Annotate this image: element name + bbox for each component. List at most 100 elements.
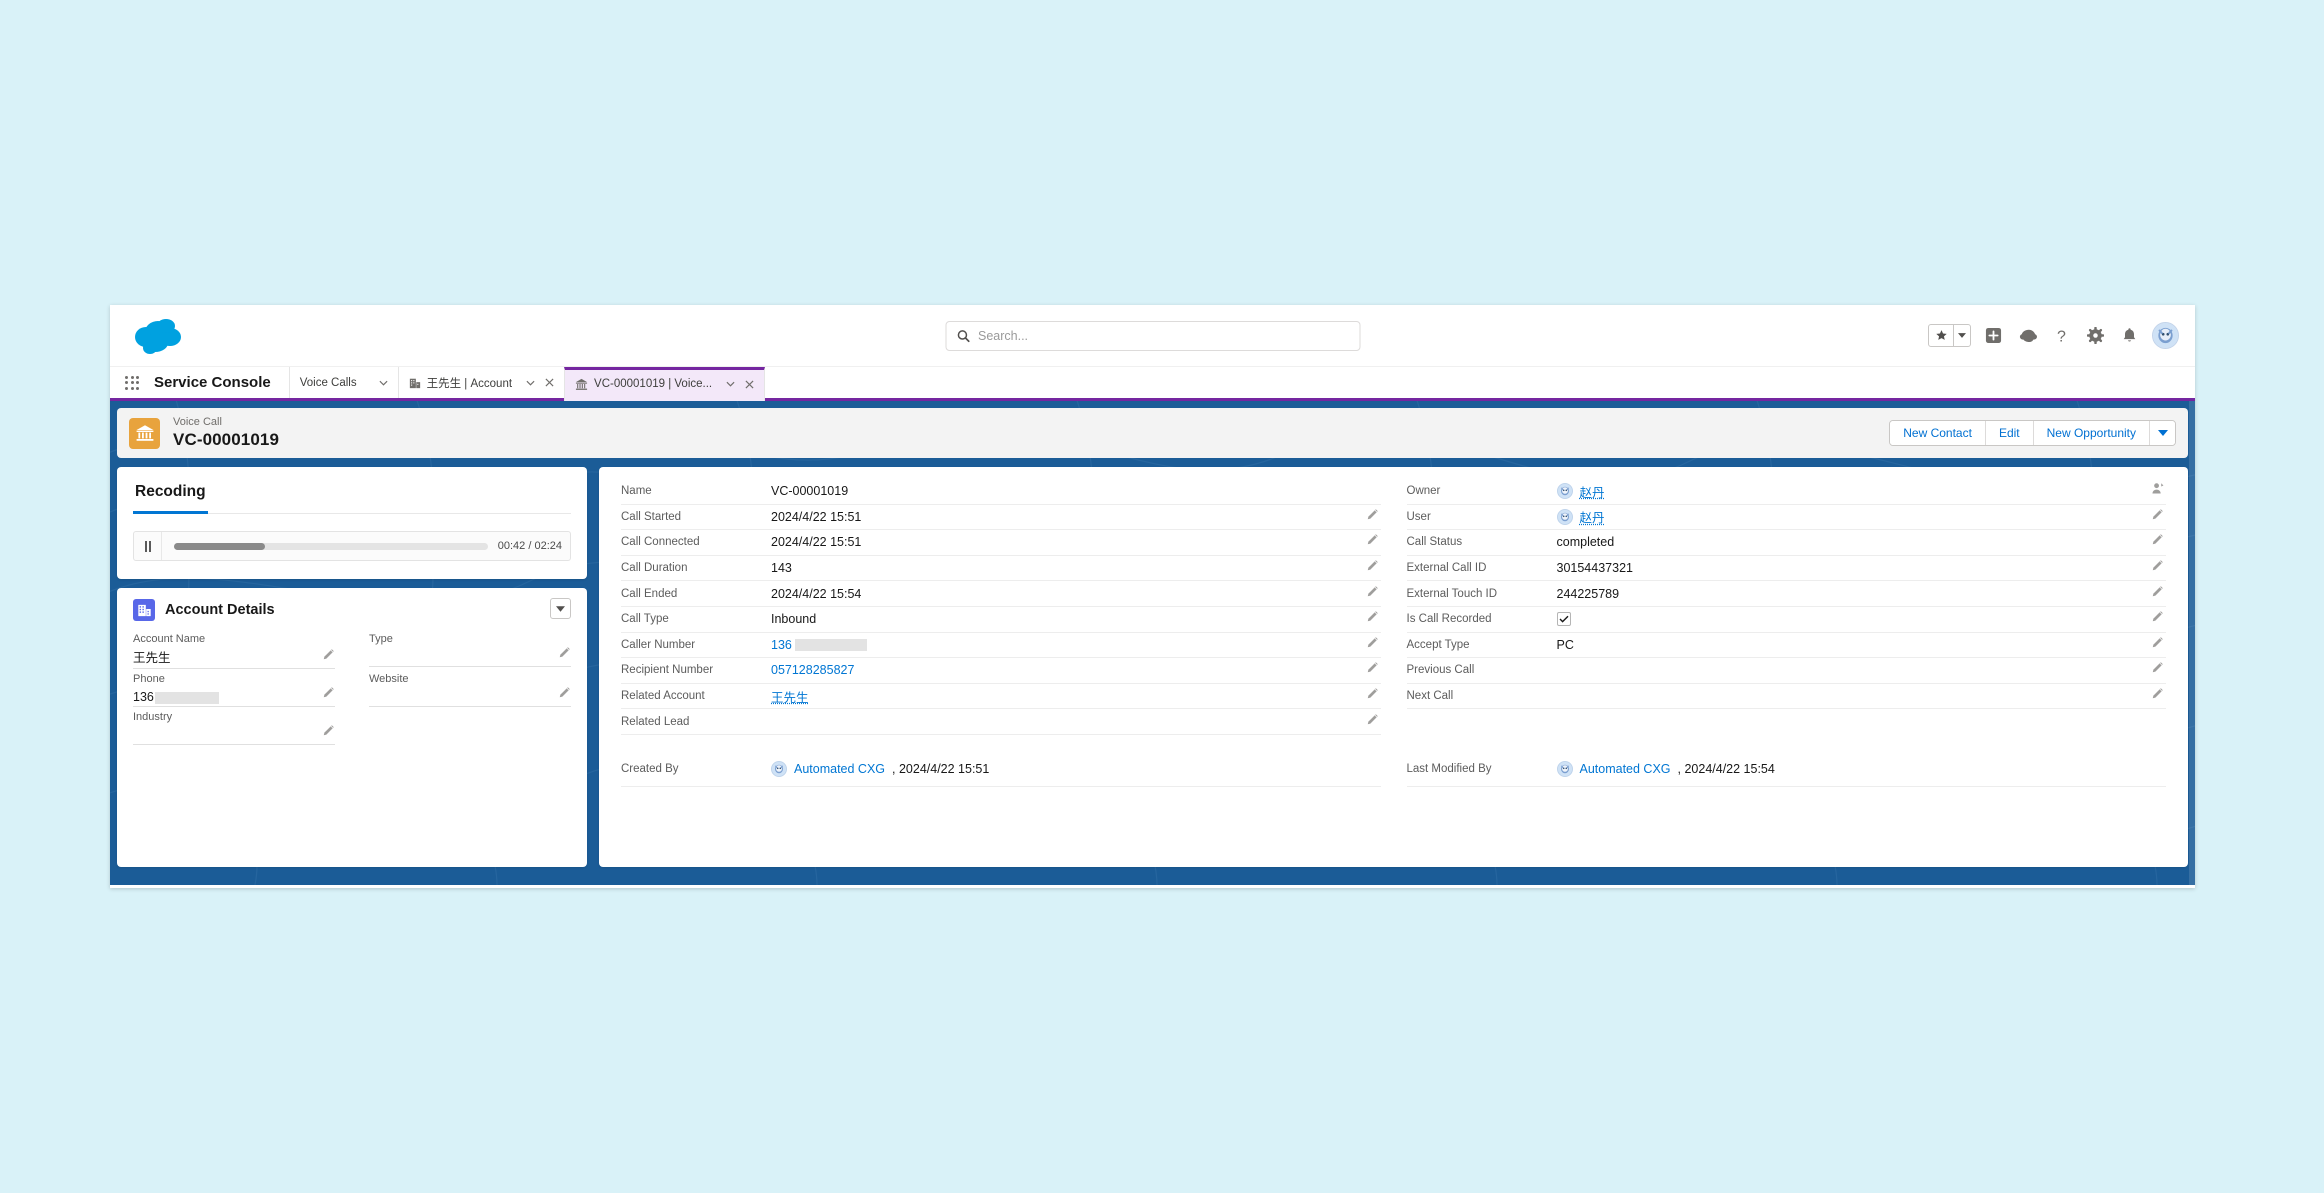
favorites-caret-icon[interactable] [1953, 325, 1970, 346]
system-user-link[interactable]: Automated CXG [1580, 762, 1671, 776]
salesforce-cloud-logo[interactable] [128, 312, 196, 360]
field-value-container [1556, 612, 1571, 627]
field-value-container: completed [1557, 535, 1615, 549]
record-action-buttons: New Contact Edit New Opportunity [1889, 420, 2176, 446]
edit-pencil-icon[interactable] [322, 686, 335, 704]
account-field-row[interactable] [369, 687, 571, 707]
app-launcher-button[interactable] [110, 367, 154, 398]
edit-pencil-icon[interactable] [1366, 533, 1379, 551]
redacted-value [154, 692, 219, 704]
detail-field-row: Related Account 王先生 [621, 684, 1381, 710]
system-field-label: Last Modified By [1406, 763, 1492, 776]
nav-tab-label: VC-00001019 | Voice... [594, 378, 713, 390]
field-value: 143 [771, 561, 792, 576]
edit-pencil-icon[interactable] [1366, 610, 1379, 628]
system-user-link[interactable]: Automated CXG [794, 762, 885, 776]
edit-pencil-icon[interactable] [1366, 585, 1379, 603]
notifications-bell-icon[interactable] [2118, 324, 2141, 347]
detail-fields-right: Owner 赵丹 User 赵丹 Call Status completed Externa… [1406, 479, 2166, 735]
new-opportunity-button[interactable]: New Opportunity [2032, 421, 2149, 445]
detail-field-row: Call Connected 2024/4/22 15:51 [621, 530, 1381, 556]
field-value: 2024/4/22 15:51 [771, 509, 862, 524]
nav-tab-voice-calls[interactable]: Voice Calls [288, 367, 398, 398]
edit-pencil-icon[interactable] [1366, 687, 1379, 705]
edit-pencil-icon[interactable] [2151, 661, 2164, 679]
nav-tab-voice-call-record[interactable]: VC-00001019 | Voice... [564, 367, 766, 401]
edit-pencil-icon[interactable] [322, 648, 335, 666]
close-icon[interactable] [545, 378, 554, 387]
einstein-icon[interactable] [2016, 324, 2039, 347]
edit-pencil-icon[interactable] [1366, 713, 1379, 731]
edit-pencil-icon[interactable] [1366, 559, 1379, 577]
edit-pencil-icon[interactable] [322, 724, 335, 742]
nav-tab-account[interactable]: 王先生 | Account [397, 367, 564, 398]
global-search[interactable] [945, 320, 1360, 351]
page-title: VC-00001019 [173, 430, 280, 450]
edit-pencil-icon[interactable] [2151, 585, 2164, 603]
user-avatar[interactable] [2152, 322, 2179, 349]
field-value-link[interactable]: 057128285827 [771, 663, 854, 677]
favorites-group[interactable] [1928, 324, 1971, 347]
field-value-link[interactable]: 赵丹 [1580, 507, 1605, 526]
account-field-label: Type [369, 633, 393, 645]
account-field-row[interactable]: 王先生 [133, 647, 335, 669]
change-owner-icon[interactable] [2151, 482, 2164, 500]
checkbox[interactable] [1556, 612, 1571, 627]
account-field-row[interactable] [369, 647, 571, 667]
detail-field-row: Call Status completed [1406, 530, 2166, 556]
pause-icon[interactable] [134, 532, 162, 560]
field-value: PC [1556, 637, 1574, 652]
edit-button[interactable]: Edit [1984, 421, 2033, 445]
field-label: External Call ID [1406, 562, 1487, 575]
field-value-link[interactable]: 136 [771, 638, 792, 652]
close-icon[interactable] [745, 379, 754, 389]
edit-pencil-icon[interactable] [1366, 508, 1379, 526]
field-value: 244225789 [1556, 586, 1620, 601]
system-timestamp: , 2024/4/22 15:54 [1677, 762, 1775, 777]
favorites-star-icon[interactable] [1929, 325, 1953, 346]
field-label: Is Call Recorded [1406, 613, 1492, 626]
system-field-row: Created By Automated CXG , 2024/4/22 15:51 [621, 759, 1381, 787]
global-header-icons: ? [1928, 322, 2179, 349]
field-value-container: 赵丹 [1556, 507, 1605, 526]
app-name[interactable]: Service Console [154, 367, 289, 398]
edit-pencil-icon[interactable] [2151, 610, 2164, 628]
audio-player[interactable]: 00:42 / 02:24 [133, 531, 571, 561]
setup-gear-icon[interactable] [2084, 324, 2107, 347]
detail-field-row: Call Ended 2024/4/22 15:54 [621, 581, 1381, 607]
account-field-row[interactable]: 136 [133, 687, 335, 707]
global-actions-plus-icon[interactable] [1982, 324, 2005, 347]
search-box[interactable] [945, 320, 1360, 351]
chevron-down-icon[interactable] [726, 381, 735, 387]
help-icon[interactable]: ? [2050, 324, 2073, 347]
field-value: completed [1556, 535, 1615, 550]
edit-pencil-icon[interactable] [1366, 661, 1379, 679]
left-column: Recoding 00:42 / 02:24 Account Details A… [117, 467, 587, 867]
field-label: Call Status [1406, 536, 1463, 549]
edit-pencil-icon[interactable] [1366, 636, 1379, 654]
redacted-value [794, 638, 867, 651]
search-input[interactable] [978, 328, 1349, 343]
audio-progress-slider[interactable] [162, 542, 498, 550]
edit-pencil-icon[interactable] [2151, 533, 2164, 551]
new-contact-button[interactable]: New Contact [1890, 421, 1985, 445]
account-details-collapse-button[interactable] [550, 598, 571, 619]
workspace-scrollbar[interactable] [2189, 401, 2195, 885]
field-value: 2024/4/22 15:54 [771, 586, 862, 601]
edit-pencil-icon[interactable] [2151, 508, 2164, 526]
account-field-row[interactable] [133, 725, 335, 745]
field-value-link[interactable]: 王先生 [771, 687, 809, 706]
workspace: Voice Call VC-00001019 New Contact Edit … [110, 401, 2195, 885]
chevron-down-icon[interactable] [526, 380, 535, 386]
tab-recoding[interactable]: Recoding [133, 477, 208, 514]
edit-pencil-icon[interactable] [2151, 636, 2164, 654]
edit-pencil-icon[interactable] [558, 646, 571, 664]
edit-pencil-icon[interactable] [2151, 559, 2164, 577]
audio-track[interactable] [174, 542, 488, 550]
more-actions-caret-icon[interactable] [2149, 421, 2175, 445]
field-value-container: 143 [771, 561, 792, 575]
edit-pencil-icon[interactable] [558, 686, 571, 704]
field-value-link[interactable]: 赵丹 [1580, 482, 1605, 501]
edit-pencil-icon[interactable] [2151, 687, 2164, 705]
chevron-down-icon[interactable] [379, 380, 388, 386]
